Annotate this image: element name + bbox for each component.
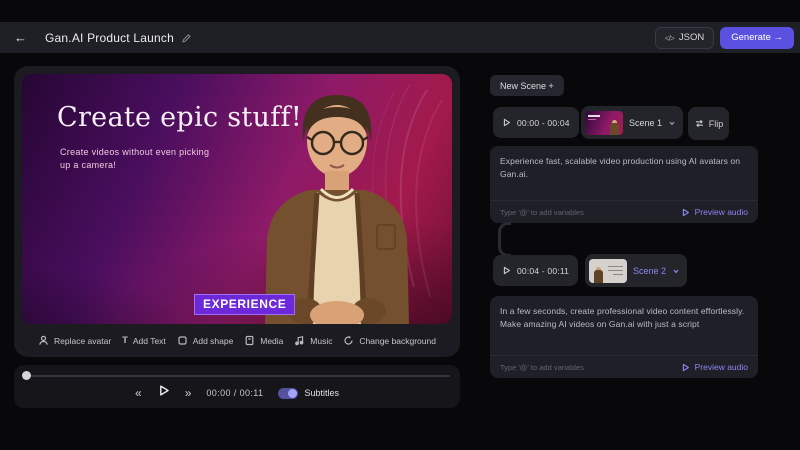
- add-shape-button[interactable]: Add shape: [177, 335, 234, 346]
- scene-1-selector[interactable]: Scene 1: [581, 106, 683, 139]
- scene-1-preview-audio-button[interactable]: Preview audio: [681, 207, 748, 217]
- flip-button[interactable]: Flip: [688, 107, 729, 140]
- scene-2-script-card: In a few seconds, create professional vi…: [490, 296, 758, 378]
- change-background-button[interactable]: Change background: [343, 335, 436, 346]
- generate-button-label: Generate →: [731, 32, 783, 43]
- scene-2-time-pill[interactable]: 00:04 - 00:11: [493, 255, 578, 286]
- playhead-handle[interactable]: [22, 371, 31, 380]
- video-subheadline-text[interactable]: Create videos without even picking up a …: [60, 146, 209, 172]
- play-audio-icon: [681, 363, 690, 372]
- video-headline-text[interactable]: Create epic stuff!: [57, 102, 302, 133]
- json-button[interactable]: </> JSON: [655, 27, 715, 49]
- play-scene-icon: [502, 266, 511, 275]
- play-audio-icon: [681, 208, 690, 217]
- media-button[interactable]: Media: [244, 335, 283, 346]
- add-text-button[interactable]: T Add Text: [122, 335, 166, 346]
- scene-2-preview-audio-button[interactable]: Preview audio: [681, 362, 748, 372]
- scene-2-selector[interactable]: Scene 2: [585, 254, 687, 287]
- project-title: Gan.AI Product Launch: [45, 31, 174, 45]
- subtitle-caption-badge[interactable]: EXPERIENCE: [194, 294, 295, 315]
- play-scene-icon: [502, 118, 511, 127]
- skip-back-icon[interactable]: «: [135, 387, 142, 399]
- play-button[interactable]: [157, 384, 170, 402]
- edit-title-icon[interactable]: [181, 33, 191, 43]
- scene-1-thumbnail: [585, 111, 623, 135]
- variables-hint: Type '@' to add variables: [500, 208, 584, 217]
- video-preview[interactable]: Create epic stuff! Create videos without…: [22, 74, 452, 324]
- generate-button[interactable]: Generate →: [720, 27, 794, 49]
- code-icon: </>: [665, 33, 674, 43]
- new-scene-button[interactable]: New Scene +: [490, 75, 564, 96]
- music-icon: [294, 335, 305, 346]
- scene-1-script-input[interactable]: Experience fast, scalable video producti…: [490, 146, 758, 189]
- json-button-label: JSON: [679, 32, 704, 43]
- time-display: 00:00 / 00:11: [206, 388, 263, 398]
- scene-1-script-card: Experience fast, scalable video producti…: [490, 146, 758, 223]
- timeline-scrubber[interactable]: [24, 375, 450, 377]
- skip-forward-icon[interactable]: »: [185, 387, 192, 399]
- chevron-down-icon: [672, 267, 680, 275]
- media-icon: [244, 335, 255, 346]
- editor-card: Create epic stuff! Create videos without…: [14, 66, 460, 357]
- replace-avatar-button[interactable]: Replace avatar: [38, 335, 111, 346]
- scene-2-script-input[interactable]: In a few seconds, create professional vi…: [490, 296, 758, 339]
- back-icon[interactable]: ←: [14, 30, 27, 45]
- subtitles-toggle[interactable]: [278, 388, 298, 399]
- transport-controls: « » 00:00 / 00:11 Subtitles: [14, 384, 460, 402]
- scene-2-thumbnail: [589, 259, 627, 283]
- scene-2-script-footer: Type '@' to add variables Preview audio: [490, 355, 758, 378]
- music-button[interactable]: Music: [294, 335, 332, 346]
- playback-card: « » 00:00 / 00:11 Subtitles: [14, 365, 460, 408]
- replace-avatar-icon: [38, 335, 49, 346]
- subtitles-label: Subtitles: [304, 388, 339, 398]
- scene-1-script-footer: Type '@' to add variables Preview audio: [490, 200, 758, 223]
- scene-1-time-pill[interactable]: 00:00 - 00:04: [493, 107, 579, 138]
- change-background-icon: [343, 335, 354, 346]
- edit-toolbar: Replace avatar T Add Text Add shape Medi…: [14, 324, 460, 357]
- add-text-icon: T: [122, 335, 128, 346]
- add-shape-icon: [177, 335, 188, 346]
- scene-connector-line: [498, 222, 511, 257]
- chevron-down-icon: [668, 119, 676, 127]
- top-bar: ← Gan.AI Product Launch </> JSON Generat…: [0, 22, 800, 53]
- variables-hint: Type '@' to add variables: [500, 363, 584, 372]
- flip-icon: [694, 118, 705, 129]
